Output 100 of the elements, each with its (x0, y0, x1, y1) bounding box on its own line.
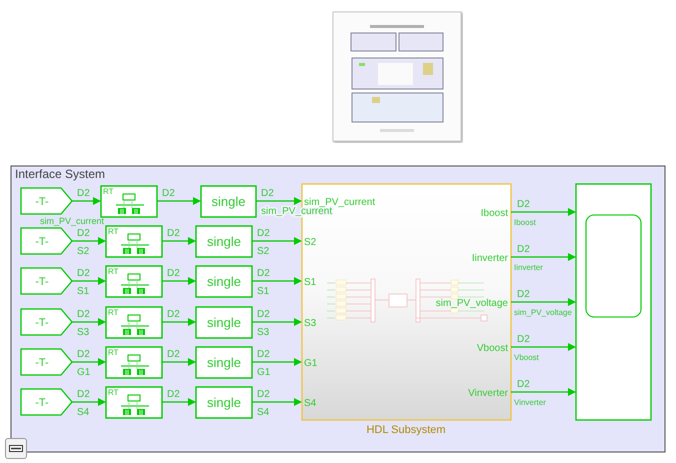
output-port-label: sim_PV_voltage (436, 298, 508, 309)
goto-tag-block[interactable]: -T- (20, 187, 73, 215)
signal-arrow (162, 318, 196, 326)
signal-type-label: D2 (162, 188, 175, 199)
collapse-button[interactable] (5, 438, 27, 459)
signal-arrow (252, 277, 302, 285)
block-label: RT (108, 227, 119, 236)
signal-type-label: D2 (257, 228, 270, 239)
signal-name-label: S4 (257, 407, 270, 418)
rate-transition-block[interactable] (105, 386, 163, 419)
area-title: Interface System (15, 167, 106, 181)
signal-arrow (162, 277, 196, 285)
signal-type-label: D2 (167, 228, 180, 239)
data-type-conversion-block[interactable]: single (195, 225, 253, 258)
block-label: HDL Subsystem (366, 424, 446, 436)
minus-icon (9, 445, 23, 452)
rate-transition-block[interactable] (105, 225, 163, 258)
goto-tag-block[interactable]: -T- (20, 227, 73, 255)
signal-name-label: sim_PV_current (40, 216, 104, 226)
signal-type-label: D2 (517, 244, 530, 255)
signal-name-label: Iboost (514, 218, 536, 227)
signal-arrow (252, 318, 302, 326)
signal-arrow (256, 197, 302, 205)
signal-type-label: D2 (517, 199, 530, 210)
signal-arrow (72, 398, 106, 406)
signal-type-label: D2 (77, 228, 90, 239)
rate-transition-block[interactable] (105, 265, 163, 298)
signal-type-label: D2 (261, 188, 274, 199)
rate-transition-icon (120, 394, 150, 416)
data-type-conversion-block[interactable]: single (195, 386, 253, 419)
data-type-conversion-block[interactable]: single (195, 265, 253, 298)
input-port-label: S4 (304, 398, 316, 409)
signal-type-label: D2 (77, 268, 90, 279)
signal-type-label: D2 (257, 349, 270, 360)
signal-name-label: S3 (257, 327, 270, 338)
rate-transition-icon (120, 274, 150, 294)
signal-arrow (72, 197, 101, 205)
signal-name-label: S4 (77, 407, 90, 418)
data-type-conversion-block[interactable]: single (195, 306, 253, 339)
signal-name-label: Vinverter (514, 398, 546, 407)
signal-arrow (72, 237, 106, 245)
signal-name-label: S2 (77, 246, 90, 257)
signal-arrow (72, 277, 106, 285)
signal-arrow (511, 253, 576, 261)
signal-arrow (162, 358, 196, 366)
signal-type-label: D2 (257, 309, 270, 320)
signal-arrow (157, 197, 201, 205)
signal-arrow (252, 398, 302, 406)
rate-transition-icon (120, 314, 150, 336)
signal-type-label: D2 (517, 289, 530, 300)
signal-type-label: D2 (517, 379, 530, 390)
rate-transition-icon (116, 194, 144, 214)
rate-transition-block[interactable] (100, 185, 158, 218)
input-port-label: S3 (304, 318, 316, 329)
signal-type-label: D2 (167, 309, 180, 320)
signal-name-label: Vboost (514, 353, 539, 362)
signal-type-label: D2 (257, 389, 270, 400)
data-type-conversion-block[interactable]: single (195, 346, 253, 379)
block-label: RT (108, 388, 119, 397)
signal-name-label: G1 (77, 367, 90, 378)
signal-type-label: D2 (257, 268, 270, 279)
signal-type-label: D2 (77, 389, 90, 400)
signal-arrow (511, 208, 576, 216)
signal-name-label: S2 (257, 246, 270, 257)
block-label: RT (108, 267, 119, 276)
rate-transition-icon (120, 354, 150, 376)
rate-transition-block[interactable] (105, 306, 163, 339)
input-port-label: sim_PV_current (304, 197, 376, 208)
input-port-label: G1 (304, 358, 318, 369)
input-port-label: S1 (304, 277, 316, 288)
signal-arrow (252, 237, 302, 245)
signal-name-label: S1 (257, 286, 270, 297)
scope-block[interactable] (575, 183, 652, 421)
input-port-label: S2 (304, 237, 316, 248)
signal-type-label: D2 (167, 349, 180, 360)
signal-arrow (72, 358, 106, 366)
signal-type-label: D2 (77, 349, 90, 360)
signal-type-label: D2 (77, 188, 90, 199)
signal-arrow (252, 358, 302, 366)
block-label: RT (108, 348, 119, 357)
signal-type-label: D2 (77, 309, 90, 320)
goto-tag-block[interactable]: -T- (20, 348, 73, 376)
signal-arrow (72, 318, 106, 326)
signal-arrow (511, 298, 576, 306)
signal-name-label: Iinverter (514, 263, 543, 272)
signal-type-label: D2 (167, 268, 180, 279)
signal-name-label: sim_PV_voltage (514, 308, 572, 317)
signal-type-label: D2 (167, 389, 180, 400)
data-type-conversion-block[interactable]: single (200, 185, 257, 218)
signal-type-label: D2 (517, 334, 530, 345)
signal-arrow (511, 343, 576, 351)
output-port-label: Vboost (476, 343, 508, 354)
signal-name-label: S3 (77, 327, 90, 338)
goto-tag-block[interactable]: -T- (20, 308, 73, 336)
goto-tag-block[interactable]: -T- (20, 267, 73, 295)
rate-transition-block[interactable] (105, 346, 163, 379)
block-label: RT (108, 308, 119, 317)
signal-arrow (162, 237, 196, 245)
signal-name-label: S1 (77, 286, 90, 297)
goto-tag-block[interactable]: -T- (20, 388, 73, 416)
